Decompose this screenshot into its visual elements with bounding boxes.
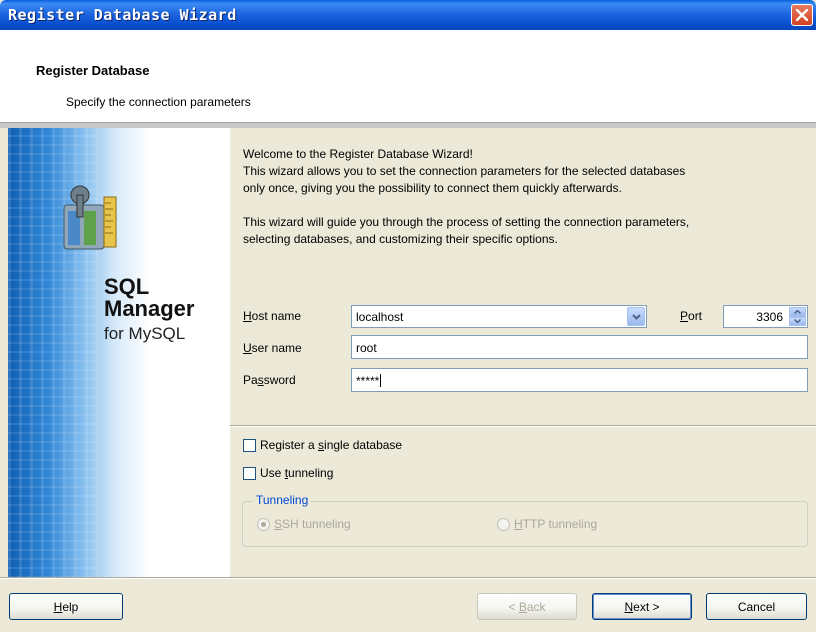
product-name-line1: SQL	[104, 274, 150, 299]
product-name-line3: for MySQL	[104, 324, 186, 343]
product-banner: SQL Manager for MySQL	[8, 128, 230, 578]
tools-icon	[58, 183, 122, 253]
back-button[interactable]: < Back	[477, 593, 577, 620]
intro-line: Welcome to the Register Database Wizard!	[243, 147, 473, 161]
tunneling-group-title: Tunneling	[253, 493, 312, 507]
user-name-value: root	[356, 341, 377, 355]
host-name-label: Host name	[243, 309, 302, 323]
text-caret	[380, 374, 382, 387]
host-name-value: localhost	[356, 310, 404, 324]
header-subtitle: Specify the connection parameters	[66, 95, 251, 109]
password-value: *****	[356, 374, 380, 388]
section-divider	[230, 425, 816, 427]
password-input[interactable]: *****	[351, 368, 808, 392]
user-name-label: User name	[243, 341, 302, 355]
ssh-tunneling-radio[interactable]	[257, 518, 270, 531]
use-tunneling-checkbox[interactable]	[243, 467, 256, 480]
intro-text: Welcome to the Register Database Wizard!…	[243, 146, 809, 248]
product-name-line2: Manager	[104, 296, 195, 321]
header-title: Register Database	[36, 63, 150, 78]
window-title: Register Database Wizard	[8, 6, 237, 24]
intro-line: only once, giving you the possibility to…	[243, 181, 622, 195]
tunneling-groupbox: Tunneling SSH tunneling HTTP tunneling	[242, 493, 808, 547]
host-dropdown-button[interactable]	[627, 307, 645, 326]
chevron-up-icon	[794, 309, 801, 314]
port-value: 3306	[756, 310, 783, 324]
wizard-footer: Help < Back Next > Cancel	[0, 578, 816, 632]
title-bar[interactable]: Register Database Wizard	[0, 0, 816, 30]
chevron-down-icon	[631, 313, 641, 320]
port-label: Port	[680, 309, 703, 323]
intro-line: This wizard will guide you through the p…	[243, 215, 690, 229]
wizard-window: Register Database Wizard Register Databa…	[0, 0, 816, 632]
cancel-button[interactable]: Cancel	[706, 593, 807, 620]
intro-line: selecting databases, and customizing the…	[243, 232, 558, 246]
next-button[interactable]: Next >	[592, 593, 692, 620]
wizard-content: Welcome to the Register Database Wizard!…	[230, 128, 816, 578]
intro-line: This wizard allows you to set the connec…	[243, 164, 686, 178]
wizard-header: Register Database Specify the connection…	[0, 30, 816, 124]
close-icon	[796, 9, 808, 21]
use-tunneling-label[interactable]: Use tunneling	[260, 466, 333, 480]
host-name-combobox[interactable]: localhost	[351, 305, 647, 328]
http-tunneling-label[interactable]: HTTP tunneling	[514, 517, 597, 531]
chevron-down-icon	[794, 319, 801, 324]
register-single-database-label[interactable]: Register a single database	[260, 438, 402, 452]
user-name-input[interactable]: root	[351, 335, 808, 359]
port-down-button[interactable]	[789, 316, 806, 326]
port-spinner[interactable]: 3306	[723, 305, 808, 328]
port-up-button[interactable]	[789, 307, 806, 317]
password-label: Password	[243, 373, 296, 387]
close-button[interactable]	[791, 4, 813, 26]
http-tunneling-radio[interactable]	[497, 518, 510, 531]
register-single-database-checkbox[interactable]	[243, 439, 256, 452]
ssh-tunneling-label[interactable]: SSH tunneling	[274, 517, 351, 531]
help-button[interactable]: Help	[9, 593, 123, 620]
